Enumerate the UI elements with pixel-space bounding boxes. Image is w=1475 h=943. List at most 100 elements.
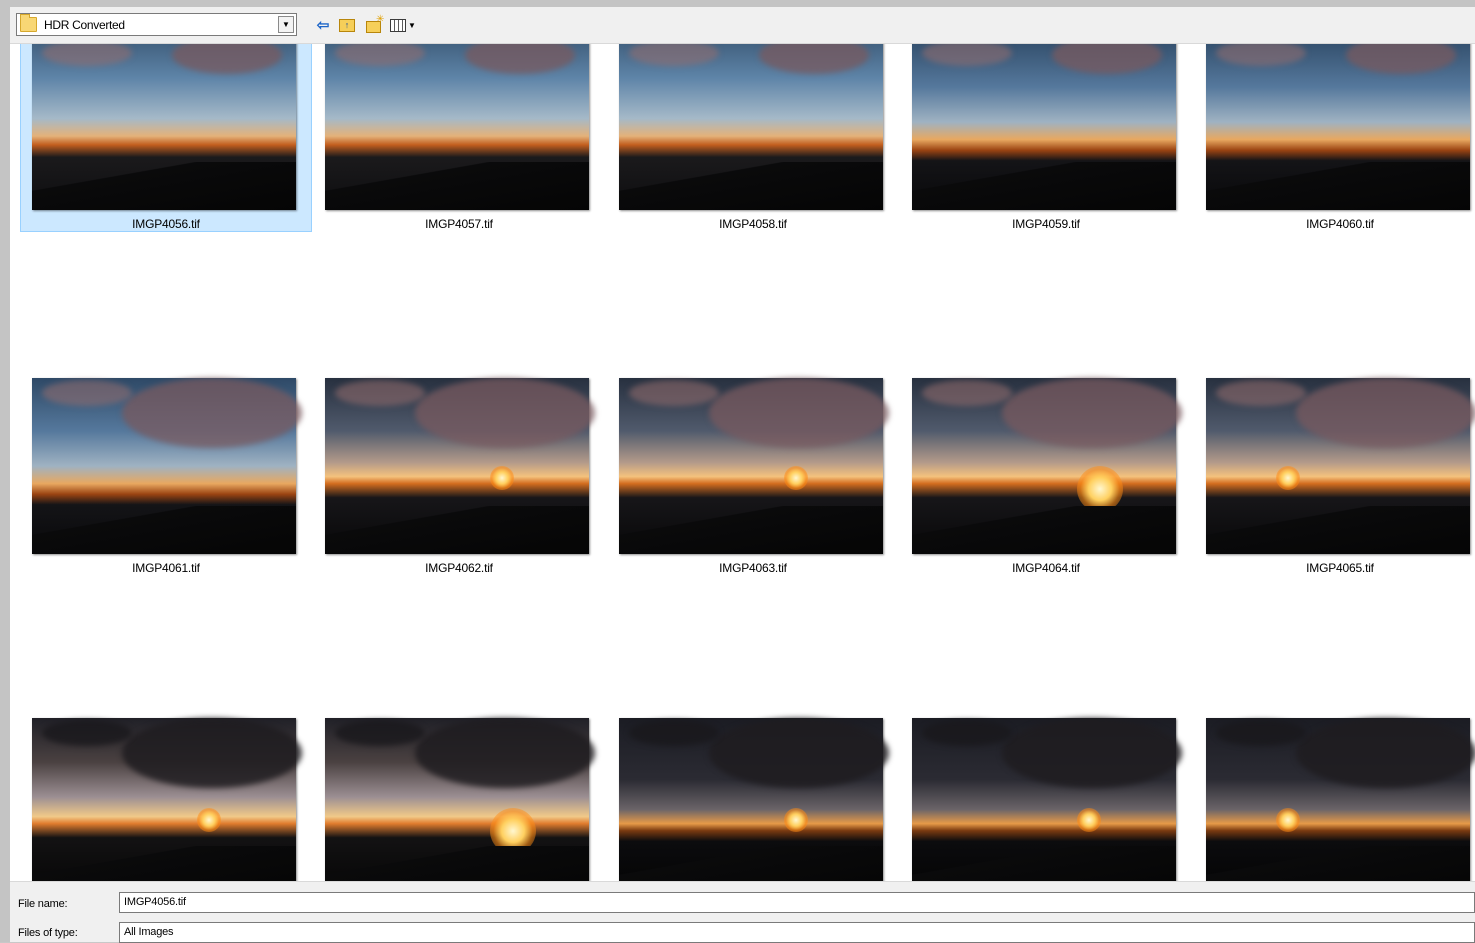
- cloud-shape: [415, 378, 595, 448]
- cloud-shape: [42, 380, 132, 406]
- mountain-ridge: [1206, 506, 1470, 554]
- image-thumbnail: [1206, 44, 1470, 210]
- cloud-shape: [922, 380, 1012, 406]
- back-arrow-icon[interactable]: ⇦: [314, 16, 332, 34]
- cloud-shape: [922, 720, 1012, 746]
- cloud-shape: [335, 720, 425, 746]
- cloud-shape: [335, 380, 425, 406]
- toolbar: HDR Converted ▼ ⇦ ↑ ✳ ▼: [10, 7, 1475, 44]
- mountain-ridge: [325, 162, 589, 210]
- image-thumbnail: [325, 718, 595, 881]
- mountain-ridge: [912, 506, 1176, 554]
- file-item[interactable]: IMGP4059.tif: [900, 44, 1192, 234]
- file-item[interactable]: [313, 718, 605, 881]
- file-item[interactable]: [20, 718, 312, 881]
- folder-icon: [20, 14, 37, 32]
- cloud-shape: [629, 44, 719, 66]
- cloud-shape: [1002, 718, 1182, 788]
- image-thumbnail: [912, 378, 1182, 554]
- cloud-shape: [1216, 44, 1306, 66]
- cloud-shape: [1296, 718, 1475, 788]
- cloud-shape: [465, 44, 575, 74]
- mountain-ridge: [619, 506, 883, 554]
- file-item[interactable]: IMGP4063.tif: [607, 378, 899, 578]
- cloud-shape: [922, 44, 1012, 66]
- sun-glow: [784, 808, 808, 832]
- cloud-shape: [1296, 378, 1475, 448]
- image-thumbnail: [32, 44, 296, 210]
- mountain-ridge: [325, 846, 589, 881]
- file-item[interactable]: IMGP4060.tif: [1194, 44, 1475, 234]
- mountain-ridge: [32, 506, 296, 554]
- file-item[interactable]: [607, 718, 899, 881]
- file-name-label: IMGP4065.tif: [1306, 561, 1374, 575]
- file-item[interactable]: IMGP4064.tif: [900, 378, 1192, 578]
- image-thumbnail: [1206, 378, 1475, 554]
- file-thumbnail-grid: IMGP4056.tif IMGP4057.tif IMGP4058.tif IMGP…: [10, 44, 1475, 881]
- file-name-label: IMGP4057.tif: [425, 217, 493, 231]
- file-item[interactable]: IMGP4058.tif: [607, 44, 899, 234]
- cloud-shape: [172, 44, 282, 74]
- image-thumbnail: [619, 378, 889, 554]
- file-name-label: IMGP4060.tif: [1306, 217, 1374, 231]
- file-type-label: Files of type:: [18, 927, 78, 939]
- file-dialog-bottom-panel: File name: IMGP4056.tif Files of type: A…: [10, 881, 1475, 943]
- cloud-shape: [335, 44, 425, 66]
- window-frame-left: [0, 7, 10, 942]
- file-name-label: IMGP4063.tif: [719, 561, 787, 575]
- mountain-ridge: [1206, 846, 1470, 881]
- file-item[interactable]: IMGP4062.tif: [313, 378, 605, 578]
- image-thumbnail: [325, 378, 595, 554]
- cloud-shape: [709, 378, 889, 448]
- cloud-shape: [709, 718, 889, 788]
- cloud-shape: [1346, 44, 1456, 74]
- cloud-shape: [42, 44, 132, 66]
- dropdown-arrow-icon[interactable]: ▼: [278, 16, 294, 33]
- mountain-ridge: [32, 162, 296, 210]
- image-thumbnail: [32, 718, 302, 881]
- sun-glow: [1077, 808, 1101, 832]
- sun-glow: [1276, 466, 1300, 490]
- cloud-shape: [1002, 378, 1182, 448]
- cloud-shape: [629, 380, 719, 406]
- file-name-label: IMGP4058.tif: [719, 217, 787, 231]
- image-thumbnail: [912, 718, 1182, 881]
- image-thumbnail: [32, 378, 302, 554]
- file-item[interactable]: [1194, 718, 1475, 881]
- sun-glow: [1276, 808, 1300, 832]
- cloud-shape: [629, 720, 719, 746]
- image-thumbnail: [619, 718, 889, 881]
- cloud-shape: [415, 718, 595, 788]
- cloud-shape: [122, 378, 302, 448]
- file-name-label: IMGP4062.tif: [425, 561, 493, 575]
- cloud-shape: [122, 718, 302, 788]
- file-name-label: IMGP4056.tif: [132, 217, 200, 231]
- mountain-ridge: [619, 846, 883, 881]
- cloud-shape: [1052, 44, 1162, 74]
- image-thumbnail: [619, 44, 883, 210]
- cloud-shape: [759, 44, 869, 74]
- sun-glow: [784, 466, 808, 490]
- file-name-label: IMGP4064.tif: [1012, 561, 1080, 575]
- window-frame-top: [0, 0, 1475, 7]
- look-in-dropdown[interactable]: HDR Converted ▼: [16, 13, 297, 36]
- file-item[interactable]: IMGP4065.tif: [1194, 378, 1475, 578]
- cloud-shape: [1216, 380, 1306, 406]
- mountain-ridge: [1206, 162, 1470, 210]
- view-menu-icon[interactable]: ▼: [388, 16, 418, 34]
- file-type-select[interactable]: All Images: [119, 922, 1475, 943]
- file-item[interactable]: IMGP4057.tif: [313, 44, 605, 234]
- cloud-shape: [1216, 720, 1306, 746]
- file-name-input[interactable]: IMGP4056.tif: [119, 892, 1475, 913]
- file-item[interactable]: IMGP4061.tif: [20, 378, 312, 578]
- image-thumbnail: [1206, 718, 1475, 881]
- mountain-ridge: [325, 506, 589, 554]
- sun-glow: [490, 466, 514, 490]
- new-folder-icon[interactable]: ✳: [362, 14, 384, 34]
- file-item[interactable]: [900, 718, 1192, 881]
- file-name-label: IMGP4061.tif: [132, 561, 200, 575]
- mountain-ridge: [912, 162, 1176, 210]
- mountain-ridge: [912, 846, 1176, 881]
- up-folder-icon[interactable]: ↑: [338, 16, 356, 34]
- file-item[interactable]: IMGP4056.tif: [20, 44, 312, 234]
